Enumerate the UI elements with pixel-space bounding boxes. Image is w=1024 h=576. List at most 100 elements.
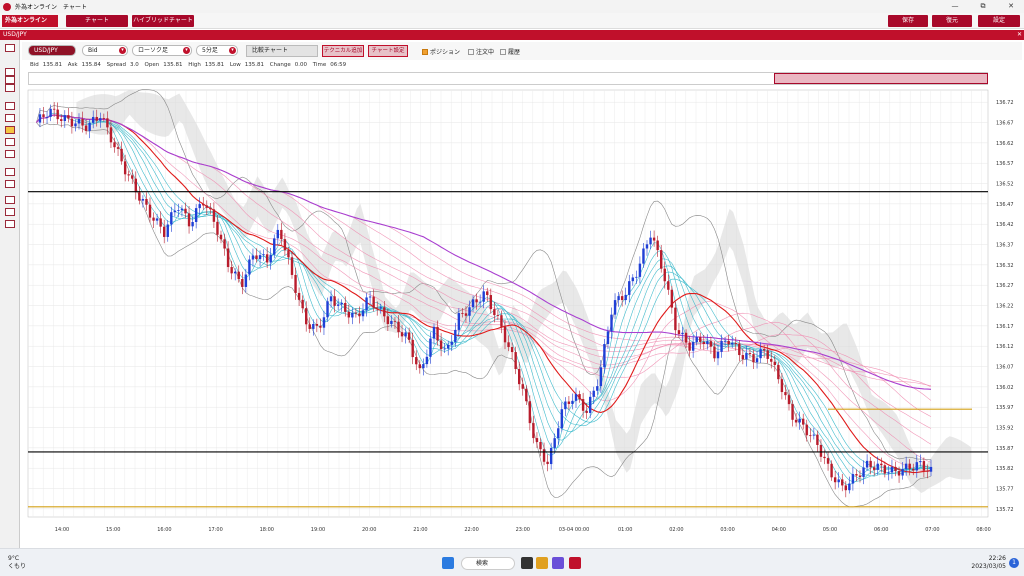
candle-body	[393, 320, 397, 322]
candle-body	[862, 467, 865, 477]
candle-body	[684, 332, 688, 343]
candle-body	[681, 332, 684, 335]
candle-body	[652, 237, 656, 241]
candle-body	[198, 204, 201, 209]
candle-body	[752, 354, 755, 363]
y-tick-label: 136.07	[996, 365, 1014, 371]
candle-body	[709, 341, 713, 347]
candle-body	[411, 339, 414, 358]
temperature: 9°C	[8, 555, 20, 562]
candle-body	[226, 248, 230, 268]
x-tick-label: 02:00	[669, 527, 683, 533]
y-tick-label: 136.72	[996, 100, 1014, 106]
candle-body	[713, 346, 716, 359]
x-tick-label: 03-04 00:00	[559, 527, 590, 533]
candle-body	[326, 301, 329, 318]
y-tick-label: 136.22	[996, 304, 1014, 310]
candle-body	[581, 399, 585, 411]
candle-body	[63, 115, 66, 122]
candle-body	[322, 317, 326, 328]
candle-body	[557, 428, 560, 439]
candle-body	[273, 238, 276, 255]
candle-body	[631, 277, 634, 282]
candle-body	[706, 341, 709, 344]
candle-body	[919, 461, 922, 463]
x-tick-label: 06:00	[874, 527, 888, 533]
taskbar: 9°C くもり 検索 22:26 2023/03/05 1	[0, 548, 1024, 576]
x-tick-label: 03:00	[720, 527, 734, 533]
candle-body	[518, 369, 521, 385]
candle-body	[88, 122, 91, 131]
candle-body	[276, 229, 279, 239]
x-tick-label: 08:00	[976, 527, 990, 533]
candle-body	[869, 460, 872, 468]
candle-body	[116, 147, 120, 149]
candle-body	[390, 320, 393, 324]
teams-icon[interactable]	[552, 557, 564, 569]
candle-body	[539, 442, 542, 450]
candle-body	[812, 434, 816, 436]
candle-body	[177, 210, 180, 211]
candle-body	[929, 466, 933, 472]
windows-start-icon[interactable]	[442, 557, 454, 569]
x-tick-label: 23:00	[516, 527, 530, 533]
candle-body	[145, 198, 148, 205]
notification-badge[interactable]: 1	[1009, 558, 1019, 568]
candle-body	[486, 291, 489, 296]
candle-body	[99, 118, 102, 121]
candle-body	[450, 341, 453, 345]
candle-body	[223, 239, 226, 249]
candle-body	[457, 313, 461, 330]
x-tick-label: 15:00	[106, 527, 120, 533]
candle-body	[294, 274, 297, 293]
price-chart[interactable]: 136.72 136.67 136.62 136.57 136.52 136.47 136.…	[0, 0, 1024, 548]
candle-body	[542, 449, 546, 462]
candle-body	[620, 296, 624, 301]
candle-body	[766, 350, 769, 359]
candle-body	[826, 458, 830, 464]
candle-body	[379, 307, 382, 309]
candle-body	[865, 460, 869, 468]
system-clock[interactable]: 22:26 2023/03/05	[971, 555, 1006, 571]
y-tick-label: 136.02	[996, 385, 1014, 391]
candle-body	[241, 279, 244, 287]
candle-body	[237, 271, 240, 280]
candle-body	[741, 355, 745, 360]
gaitame-app-icon[interactable]	[569, 557, 581, 569]
candle-body	[336, 304, 340, 306]
candle-body	[42, 114, 45, 118]
candle-body	[251, 255, 255, 260]
candle-body	[439, 340, 443, 350]
file-explorer-icon[interactable]	[536, 557, 548, 569]
candle-body	[397, 321, 400, 333]
candle-body	[596, 386, 599, 391]
candle-body	[113, 142, 116, 148]
candle-body	[212, 209, 216, 222]
y-tick-label: 135.92	[996, 426, 1014, 432]
candle-body	[482, 291, 485, 302]
candle-body	[667, 281, 670, 290]
candle-body	[305, 308, 308, 325]
candle-body	[841, 479, 844, 486]
candle-body	[546, 461, 549, 465]
candle-body	[134, 178, 137, 193]
weather-widget[interactable]: 9°C くもり	[8, 555, 26, 571]
candle-body	[702, 341, 705, 344]
y-tick-label: 136.52	[996, 182, 1014, 188]
candle-body	[922, 461, 926, 471]
y-tick-label: 136.37	[996, 243, 1014, 249]
candle-body	[738, 343, 741, 356]
candle-body	[716, 351, 720, 359]
candle-body	[347, 311, 350, 318]
candle-body	[297, 292, 301, 300]
candle-body	[549, 447, 553, 465]
task-view-icon[interactable]	[521, 557, 533, 569]
candle-body	[429, 338, 432, 357]
candle-body	[780, 379, 784, 393]
candle-body	[180, 208, 184, 211]
taskbar-search[interactable]: 検索	[461, 557, 515, 570]
candle-body	[560, 409, 563, 429]
candle-body	[461, 313, 464, 314]
candle-body	[599, 367, 603, 387]
candle-body	[173, 210, 177, 213]
